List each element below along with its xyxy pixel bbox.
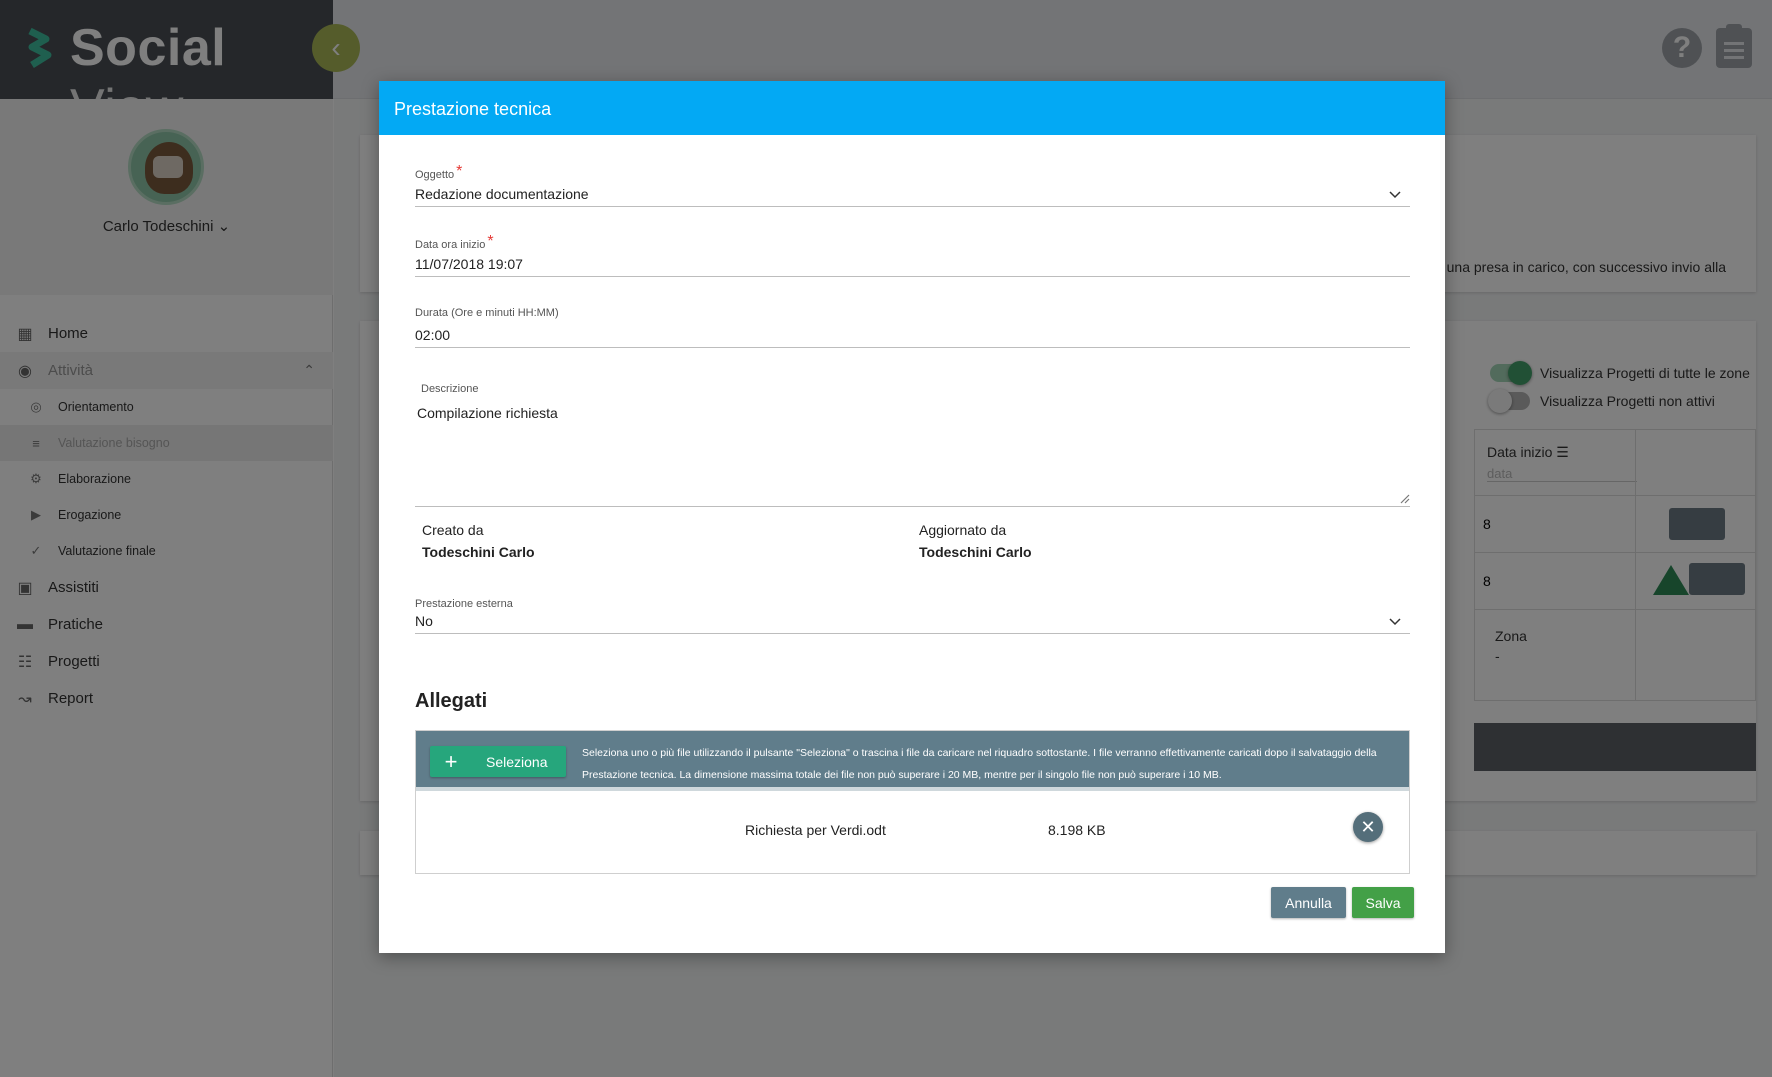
upload-toolbar: + Seleziona Seleziona uno o più file uti…: [416, 731, 1409, 791]
close-icon: ✕: [1360, 816, 1376, 837]
data-inizio-field[interactable]: Data ora inizio * 11/07/2018 19:07: [415, 233, 1410, 277]
dialog-title: Prestazione tecnica: [379, 81, 1445, 135]
file-name: Richiesta per Verdi.odt: [745, 822, 886, 838]
resize-handle-icon[interactable]: [1398, 492, 1410, 504]
data-inizio-label: Data ora inizio *: [415, 233, 494, 251]
select-files-button[interactable]: + Seleziona: [430, 746, 566, 777]
durata-input[interactable]: 02:00: [415, 327, 1410, 348]
allegati-heading: Allegati: [415, 690, 488, 712]
data-inizio-input[interactable]: 11/07/2018 19:07: [415, 256, 1410, 277]
cancel-button[interactable]: Annulla: [1271, 887, 1346, 918]
upload-instructions: Seleziona uno o più file utilizzando il …: [582, 747, 1377, 781]
oggetto-label: Oggetto *: [415, 163, 463, 181]
file-size: 8.198 KB: [1048, 822, 1106, 838]
creato-da: Creato da Todeschini Carlo: [422, 522, 535, 560]
file-row: Richiesta per Verdi.odt 8.198 KB ✕: [416, 795, 1409, 873]
oggetto-field[interactable]: Oggetto * Redazione documentazione: [415, 163, 1410, 207]
chevron-down-icon: [1389, 191, 1401, 199]
prestazione-esterna-label: Prestazione esterna: [415, 598, 513, 610]
durata-label: Durata (Ore e minuti HH:MM): [415, 307, 559, 319]
descrizione-label: Descrizione: [421, 383, 479, 395]
durata-field[interactable]: Durata (Ore e minuti HH:MM) 02:00: [415, 307, 1410, 348]
prestazione-dialog: Prestazione tecnica Oggetto * Redazione d…: [379, 81, 1445, 953]
plus-icon: +: [444, 748, 458, 774]
aggiornato-da: Aggiornato da Todeschini Carlo: [919, 522, 1032, 560]
prestazione-esterna-field[interactable]: Prestazione esterna No: [415, 598, 1410, 634]
remove-file-button[interactable]: ✕: [1353, 812, 1383, 842]
chevron-down-icon: [1389, 618, 1401, 626]
descrizione-value: Compilazione richiesta: [417, 405, 558, 421]
save-button[interactable]: Salva: [1352, 887, 1414, 918]
oggetto-select[interactable]: Redazione documentazione: [415, 186, 1410, 207]
prestazione-esterna-select[interactable]: No: [415, 613, 1410, 634]
upload-dropzone[interactable]: + Seleziona Seleziona uno o più file uti…: [415, 730, 1410, 874]
descrizione-textarea[interactable]: Descrizione Compilazione richiesta: [415, 383, 1410, 507]
